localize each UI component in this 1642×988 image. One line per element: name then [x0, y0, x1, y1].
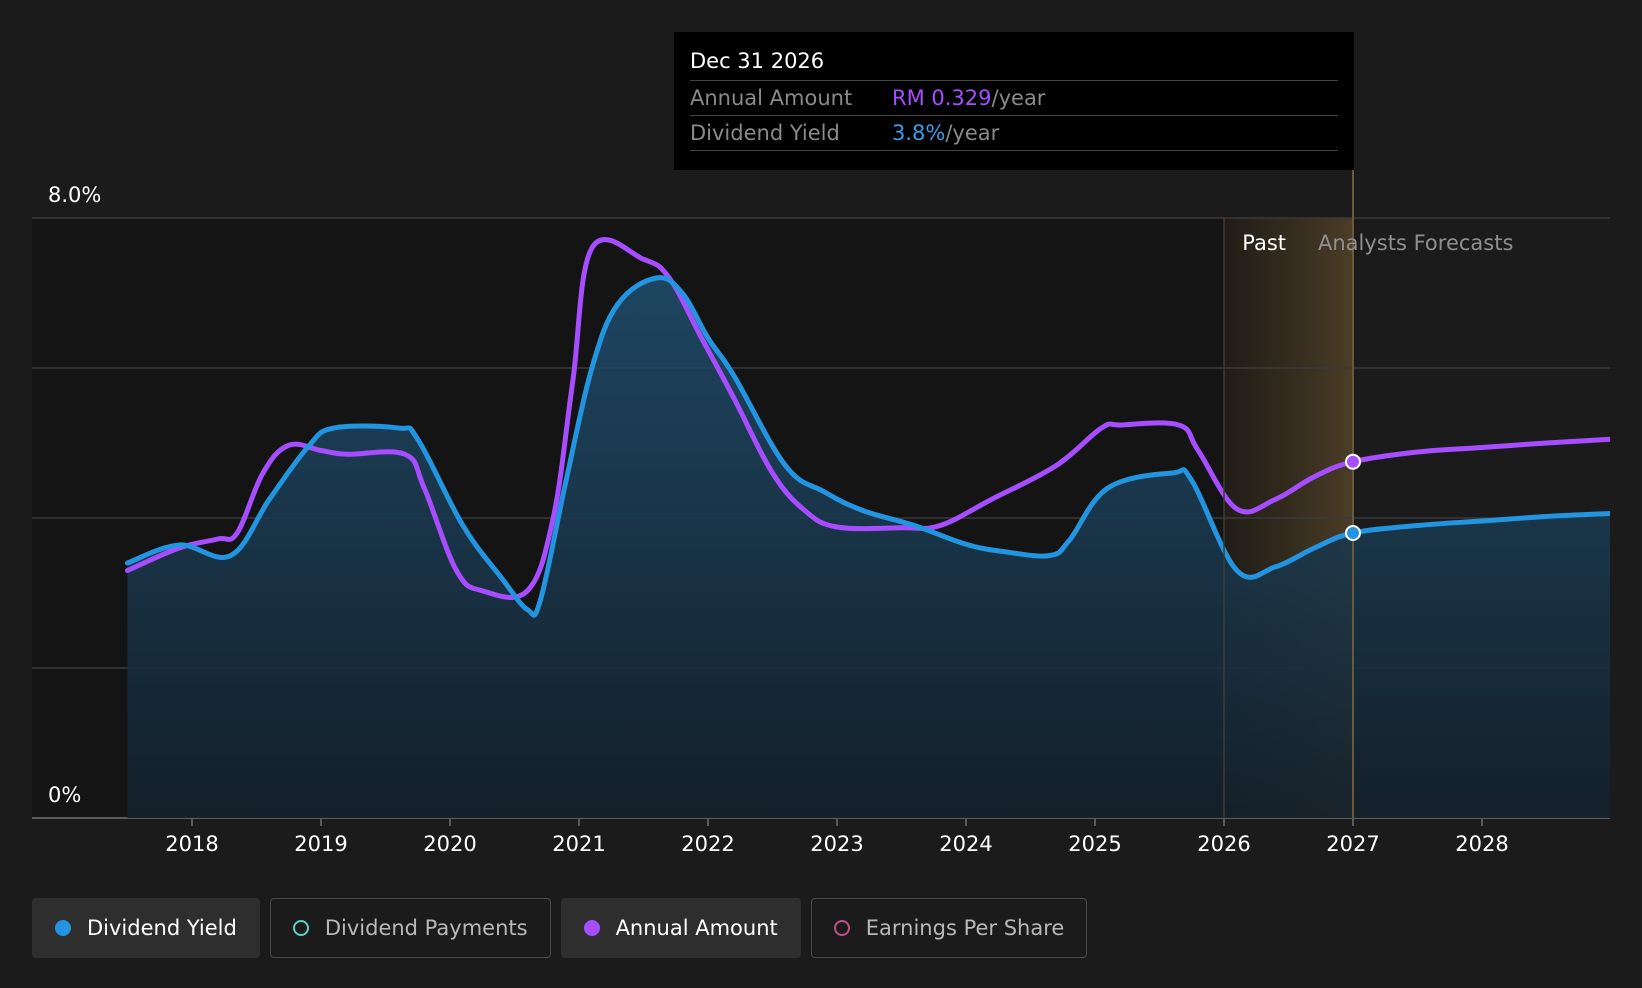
- tooltip-annual-row: Annual Amount RM 0.329 /year: [690, 81, 1338, 116]
- legend: Dividend Yield Dividend Payments Annual …: [32, 898, 1088, 958]
- x-tick-label: 2026: [1197, 832, 1250, 856]
- tooltip-annual-label: Annual Amount: [690, 86, 853, 110]
- past-label: Past: [1242, 231, 1286, 255]
- legend-dot-icon: [583, 920, 600, 936]
- legend-annual-amount[interactable]: Annual Amount: [560, 898, 801, 958]
- tooltip: Dec 31 2026 Annual Amount RM 0.329 /year…: [674, 32, 1354, 170]
- x-tick-label: 2018: [165, 832, 218, 856]
- forecast-label: Analysts Forecasts: [1318, 231, 1513, 255]
- tooltip-yield-label: Dividend Yield: [690, 121, 840, 145]
- x-tick-label: 2027: [1326, 832, 1379, 856]
- tooltip-date: Dec 31 2026: [690, 46, 1338, 81]
- tooltip-yield-value: 3.8%: [892, 121, 946, 145]
- legend-dot-icon: [55, 920, 71, 936]
- legend-label: Annual Amount: [615, 916, 778, 940]
- x-tick-label: 2028: [1455, 832, 1508, 856]
- x-tick-label: 2020: [423, 832, 476, 856]
- y-tick-label: 8.0%: [48, 183, 101, 207]
- tooltip-yield-unit: /year: [945, 121, 1000, 145]
- legend-dividend-payments[interactable]: Dividend Payments: [269, 898, 551, 958]
- tooltip-yield-row: Dividend Yield 3.8% /year: [690, 116, 1338, 151]
- legend-earnings-per-share[interactable]: Earnings Per Share: [810, 898, 1088, 958]
- legend-dot-icon: [833, 920, 850, 936]
- dividend-yield-marker: [1345, 525, 1361, 541]
- x-tick-label: 2021: [552, 832, 605, 856]
- legend-label: Dividend Payments: [324, 916, 528, 940]
- legend-label: Dividend Yield: [87, 916, 237, 940]
- legend-dividend-yield[interactable]: Dividend Yield: [32, 898, 260, 958]
- x-tick-label: 2025: [1068, 832, 1121, 856]
- x-tick-label: 2022: [681, 832, 734, 856]
- tooltip-annual-value: RM 0.329: [892, 86, 992, 110]
- y-tick-label: 0%: [48, 783, 81, 807]
- x-tick-label: 2024: [939, 832, 992, 856]
- legend-dot-icon: [292, 920, 309, 936]
- legend-label: Earnings Per Share: [865, 916, 1065, 940]
- x-tick-label: 2023: [810, 832, 863, 856]
- annual-amount-marker: [1345, 453, 1361, 470]
- x-tick-label: 2019: [294, 832, 347, 856]
- tooltip-annual-unit: /year: [991, 86, 1046, 110]
